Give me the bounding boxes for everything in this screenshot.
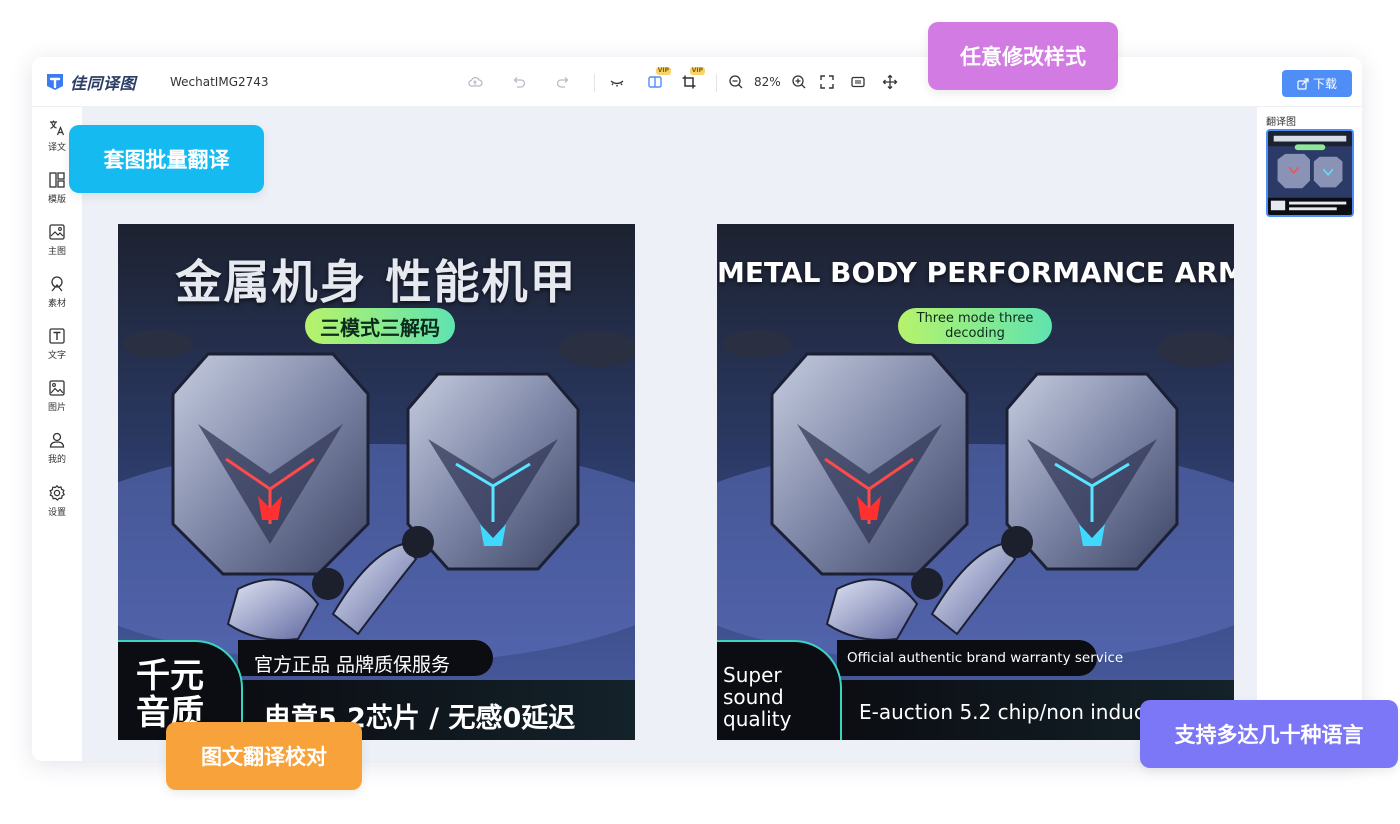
image-pill-text[interactable]: 三模式三解码 — [305, 308, 455, 344]
text-icon — [49, 328, 65, 344]
template-icon — [49, 172, 65, 188]
cloud-save-button[interactable] — [464, 71, 486, 93]
sidebar-label: 我的 — [47, 455, 66, 465]
sidebar-item-mine[interactable]: 我的 — [32, 431, 82, 475]
crop-icon — [682, 75, 696, 89]
zoom-in-button[interactable] — [788, 71, 810, 93]
zoom-out-icon — [729, 75, 743, 89]
compare-button[interactable]: VIP — [644, 67, 671, 93]
panel-title: 翻译图 — [1266, 117, 1296, 128]
share-icon — [1297, 77, 1309, 90]
left-sidebar: 译文 模版 主图 素材 文字 图片 我的 设置 — [32, 107, 82, 761]
app-name: 佳同译图 — [70, 74, 137, 93]
vip-badge: VIP — [689, 67, 705, 75]
fullscreen-button[interactable] — [816, 71, 838, 93]
cloud-icon — [468, 76, 483, 87]
move-icon — [882, 74, 898, 90]
image-edit-icon — [49, 224, 65, 240]
fit-width-button[interactable] — [847, 71, 869, 93]
compare-icon — [648, 76, 662, 88]
sidebar-label: 译文 — [47, 143, 66, 153]
vip-badge: VIP — [655, 67, 671, 75]
top-toolbar: 佳同译图 WechatIMG2743 VIP VIP 82% 下载 — [32, 57, 1362, 107]
download-label: 下载 — [1312, 77, 1337, 91]
logo-icon — [47, 74, 63, 90]
redo-button[interactable] — [552, 71, 574, 93]
sidebar-item-text[interactable]: 文字 — [32, 327, 82, 371]
zoom-in-icon — [792, 75, 806, 89]
sidebar-label: 模版 — [47, 195, 66, 205]
undo-button[interactable] — [508, 71, 530, 93]
feature-badge-languages: 支持多达几十种语言 — [1140, 700, 1398, 768]
gear-icon — [49, 484, 66, 501]
feature-badge-style: 任意修改样式 — [928, 22, 1118, 90]
feature-badge-proofread: 图文翻译校对 — [166, 722, 362, 790]
file-name: WechatIMG2743 — [170, 75, 269, 89]
image-headline[interactable]: 金属机身 性能机甲 — [118, 246, 635, 312]
zoom-out-button[interactable] — [725, 71, 747, 93]
translate-icon — [50, 120, 65, 136]
redo-icon — [556, 77, 569, 88]
sidebar-label: 图片 — [47, 403, 66, 413]
crop-button[interactable]: VIP — [678, 67, 705, 93]
undo-icon — [513, 77, 526, 88]
image-small-text[interactable]: Official authentic brand warranty servic… — [847, 650, 1123, 666]
picture-icon — [49, 380, 65, 396]
sidebar-item-picture[interactable]: 图片 — [32, 379, 82, 423]
translated-thumbnail[interactable] — [1266, 129, 1354, 217]
image-big-text[interactable]: 千元音质 — [136, 658, 216, 732]
material-icon — [51, 276, 63, 292]
sidebar-item-material[interactable]: 素材 — [32, 275, 82, 319]
image-big-text[interactable]: Super sound quality — [723, 664, 841, 730]
eye-closed-icon — [610, 80, 624, 87]
right-panel: 翻译图 — [1257, 107, 1362, 761]
editor-canvas[interactable]: 金属机身 性能机甲 三模式三解码 千元音质 官方正品 品牌质保服务 电竞5.2芯… — [82, 107, 1257, 761]
pan-button[interactable] — [879, 71, 901, 93]
sidebar-label: 文字 — [47, 351, 66, 361]
image-pill-text[interactable]: Three mode three decoding — [898, 308, 1052, 344]
sidebar-label: 主图 — [47, 247, 66, 257]
fullscreen-icon — [820, 75, 834, 89]
app-logo[interactable]: 佳同译图 — [44, 70, 136, 94]
sidebar-label: 设置 — [47, 508, 66, 518]
stage: 佳同译图 WechatIMG2743 VIP VIP 82% 下载 译文 模版 … — [0, 0, 1400, 824]
sidebar-item-settings[interactable]: 设置 — [32, 484, 82, 528]
zoom-level: 82% — [754, 75, 781, 89]
toolbar-divider — [716, 74, 717, 92]
hide-original-button[interactable] — [606, 71, 628, 93]
sidebar-item-main-image[interactable]: 主图 — [32, 223, 82, 267]
image-small-text[interactable]: 官方正品 品牌质保服务 — [254, 650, 450, 677]
feature-badge-batch: 套图批量翻译 — [69, 125, 264, 193]
toolbar-divider — [594, 74, 595, 92]
fit-width-icon — [851, 76, 865, 88]
sidebar-label: 素材 — [47, 299, 66, 309]
original-image[interactable]: 金属机身 性能机甲 三模式三解码 千元音质 官方正品 品牌质保服务 电竞5.2芯… — [118, 224, 635, 740]
user-icon — [49, 432, 65, 448]
download-button[interactable]: 下载 — [1282, 70, 1352, 97]
translated-image[interactable]: METAL BODY PERFORMANCE ARMOR Three mode … — [717, 224, 1234, 740]
image-headline[interactable]: METAL BODY PERFORMANCE ARMOR — [717, 256, 1234, 289]
thumbnail-image — [1268, 131, 1352, 215]
